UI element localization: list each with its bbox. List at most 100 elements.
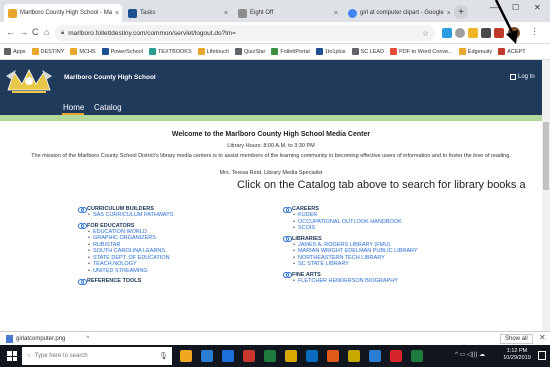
bookmark-pdf-to-word-conve[interactable]: PDF to Word Conve... — [390, 48, 453, 55]
bookmark-favicon-icon — [70, 48, 78, 55]
tab-eight-off[interactable]: Eight Off × — [234, 4, 342, 22]
bookmark-acept[interactable]: ACEPT — [498, 48, 526, 55]
school-logo-icon — [4, 64, 54, 98]
maximize-button[interactable]: ☐ — [512, 3, 519, 12]
extension-icon[interactable] — [494, 28, 504, 38]
bookmark-follettportal[interactable]: FollettPortal — [271, 48, 310, 55]
media-specialist: Mrs. Teresa Reid, Library Media Speciali… — [219, 170, 323, 176]
close-icon[interactable]: × — [224, 10, 228, 17]
url-bar[interactable]: 🔒︎ marlboro.follettdestiny.com/common/se… — [55, 25, 435, 41]
section-title-text: REFERENCE TOOLS — [87, 278, 142, 284]
tab-label: Tasks — [140, 10, 156, 16]
link-section: CURRICULUM BUILDERSSAS CURRICULUM PATHWA… — [78, 206, 173, 219]
binoculars-icon — [283, 236, 292, 242]
show-all-button[interactable]: Show all — [500, 334, 533, 344]
nav-home[interactable]: Home — [63, 103, 84, 112]
bookmark-favicon-icon — [31, 48, 39, 55]
home-button[interactable]: ⌂ — [44, 27, 49, 37]
bookmark-quizstar[interactable]: QuizStar — [234, 48, 266, 55]
new-tab-button[interactable]: + — [454, 5, 468, 19]
taskbar-app-icon[interactable] — [264, 350, 276, 362]
extension-icon[interactable] — [442, 28, 452, 38]
close-window-button[interactable]: ✕ — [534, 3, 541, 12]
taskbar-app-icon[interactable] — [390, 350, 402, 362]
binoculars-icon — [78, 278, 87, 285]
section-title: REFERENCE TOOLS — [78, 278, 173, 285]
close-icon[interactable]: × — [447, 10, 450, 17]
bookmark-favicon-icon — [234, 48, 242, 55]
bookmark-label: TEXTBOOKS — [158, 48, 192, 55]
browser-menu-button[interactable]: ⋮ — [530, 26, 539, 37]
nav-catalog[interactable]: Catalog — [94, 103, 122, 112]
bookmark-1to1plus[interactable]: 1to1plus — [315, 48, 346, 55]
resource-link[interactable]: FLETCHER HENDERSON BIOGRAPHY — [293, 278, 418, 285]
resource-link[interactable]: SC STATE LIBRARY — [293, 261, 418, 268]
taskbar-clock[interactable]: 1:12 PM 10/29/2019 — [497, 348, 537, 362]
taskbar-app-icon[interactable] — [201, 350, 213, 362]
resource-link[interactable]: MARIAN WRIGHT EDELMAN PUBLIC LIBRARY — [293, 248, 418, 255]
taskbar-app-icon[interactable] — [222, 350, 234, 362]
catalog-instruction: Click on the Catalog tab above to search… — [237, 179, 526, 191]
taskbar-app-icon[interactable] — [285, 350, 297, 362]
taskbar-app-icon[interactable] — [327, 350, 339, 362]
taskbar-app-icon[interactable] — [411, 350, 423, 362]
download-item[interactable]: girlatcomputer.png ^ — [6, 334, 89, 343]
profile-avatar[interactable] — [508, 27, 520, 39]
link-list: KUDEROCCUPATIONAL OUTLOOK HANDBOOKSCOIS — [283, 212, 418, 232]
bookmark-star-icon[interactable]: ☆ — [422, 29, 429, 38]
bookmark-apps[interactable]: Apps — [4, 48, 26, 55]
library-hours: Library Hours: 8:00 A.M. to 3:30 PM — [227, 143, 315, 149]
bookmark-favicon-icon — [197, 48, 205, 55]
extension-icon[interactable] — [455, 28, 465, 38]
close-icon[interactable]: × — [334, 10, 338, 17]
bookmark-label: 1to1plus — [324, 48, 346, 55]
resource-link[interactable]: SAS CURRICULUM PATHWAYS — [88, 212, 173, 219]
windows-start-icon[interactable] — [7, 351, 17, 361]
taskbar-app-icon[interactable] — [243, 350, 255, 362]
binoculars-icon — [283, 206, 292, 213]
bookmark-label: ACEPT — [507, 48, 526, 55]
notifications-icon[interactable] — [538, 351, 546, 360]
reload-button[interactable]: C — [32, 27, 39, 37]
resource-link[interactable]: SCOIS — [293, 225, 418, 232]
log-in-link[interactable]: Log In — [510, 74, 535, 80]
close-icon[interactable]: × — [115, 10, 119, 17]
tab-tasks[interactable]: Tasks × — [124, 4, 232, 22]
bookmark-label: QuizStar — [243, 48, 266, 55]
site-name: Marlboro County High School — [64, 74, 156, 81]
bookmark-powerschool[interactable]: PowerSchool — [101, 48, 143, 55]
bookmark-mchs[interactable]: MCHS — [70, 48, 96, 55]
taskbar-app-icon[interactable] — [369, 350, 381, 362]
bookmark-label: FollettPortal — [280, 48, 310, 55]
address-toolbar: ← → C ⌂ 🔒︎ marlboro.follettdestiny.com/c… — [0, 22, 550, 44]
close-download-bar-button[interactable]: ✕ — [539, 333, 546, 342]
taskbar-app-icon[interactable] — [348, 350, 360, 362]
bookmark-destiny[interactable]: DESTINY — [31, 48, 64, 55]
taskbar-app-icon[interactable] — [180, 350, 192, 362]
link-list: EDUCATION WORLDGRAPHIC ORGANIZERSRUBISTA… — [78, 229, 173, 275]
forward-button[interactable]: → — [19, 27, 28, 37]
chevron-up-icon[interactable]: ^ — [86, 336, 89, 342]
resource-link[interactable]: UNITED STREAMING — [88, 268, 173, 275]
bookmark-textbooks[interactable]: TEXTBOOKS — [149, 48, 192, 55]
scrollbar-thumb[interactable] — [543, 122, 549, 190]
site-header: Marlboro County High School Log In — [0, 60, 542, 103]
search-placeholder: Type here to search — [34, 353, 88, 359]
bookmark-lifetouch[interactable]: Lifetouch — [197, 48, 229, 55]
minimize-button[interactable]: — — [490, 3, 498, 12]
page-scrollbar[interactable] — [542, 60, 550, 331]
extension-icon[interactable] — [468, 28, 478, 38]
back-button[interactable]: ← — [6, 27, 15, 37]
tab-google-search[interactable]: girl at computer clipart - Google × — [344, 4, 450, 22]
bookmark-edgenuity[interactable]: Edgenuity — [458, 48, 492, 55]
microphone-icon[interactable]: 🎙︎ — [159, 352, 168, 360]
extension-icon[interactable] — [481, 28, 491, 38]
bookmark-sc-lead[interactable]: SC LEAD — [351, 48, 384, 55]
tab-marlboro-county-high-school[interactable]: Marlboro County High School - Ma × — [4, 4, 122, 22]
eight-off-favicon-icon — [238, 8, 247, 18]
resource-link[interactable]: SOUTH CAROLINA LEARNS — [88, 248, 173, 255]
taskbar-app-icon[interactable] — [306, 350, 318, 362]
taskbar-search-input[interactable]: ○ Type here to search 🎙︎ — [22, 347, 172, 365]
link-section: CAREERSKUDEROCCUPATIONAL OUTLOOK HANDBOO… — [283, 206, 418, 232]
system-tray-icons[interactable]: ^ ▭ ◁))) ☁ — [455, 351, 485, 358]
